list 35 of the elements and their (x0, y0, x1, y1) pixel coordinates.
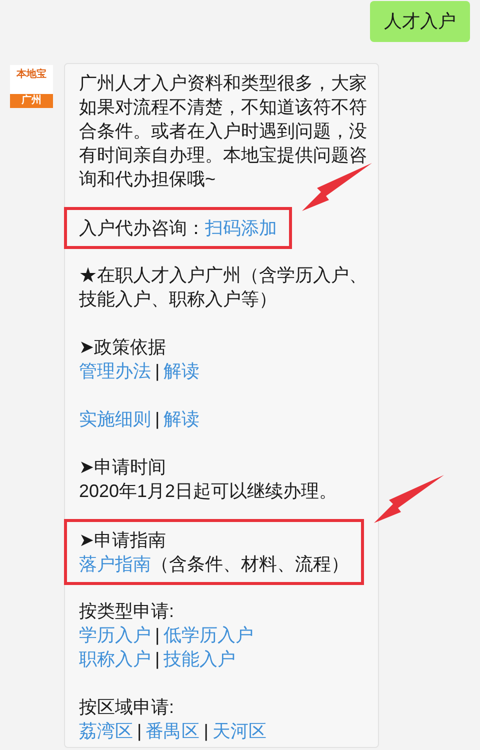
arrow-icon (373, 474, 445, 524)
link[interactable]: 解读 (164, 361, 200, 381)
link[interactable]: 荔湾区 (79, 721, 133, 741)
message-text: 按类型申请: (79, 601, 174, 621)
message-text: | (155, 625, 160, 645)
logo-text: 本地宝 (15, 68, 48, 82)
link[interactable]: 扫码添加 (205, 218, 277, 238)
link[interactable]: 实施细则 (79, 409, 151, 429)
message-text: | (137, 721, 142, 741)
message-text: | (204, 721, 208, 741)
link[interactable]: 职称入户 (79, 649, 151, 669)
message-text: （含条件、材料、流程） (151, 554, 349, 574)
link[interactable]: 天河区 (212, 721, 266, 741)
message-text: ➤政策依据 (79, 337, 166, 357)
message-text: 入户代办咨询： (79, 218, 205, 238)
message-text: 按区域申请: (79, 697, 174, 717)
avatar-label: 广州 (10, 94, 53, 108)
message-text: 2020年1月2日起可以继续办理。 (79, 481, 338, 501)
message-text: ★在职人才入户广州（含学历入户、技能入户、职称入户等） (79, 265, 367, 309)
message-text: | (155, 649, 160, 669)
message-text: | (155, 409, 160, 429)
message-text: 广州人才入户资料和类型很多，大家如果对流程不清楚，不知道该符不符合条件。或者在入户时遇到问题，没有时间亲自办理。本地宝提供问题咨询和代办担保哦~ (79, 73, 367, 189)
link[interactable]: 番禺区 (146, 721, 200, 741)
link[interactable]: 解读 (164, 409, 200, 429)
message-text: | (155, 361, 160, 381)
sent-message-bubble: 人才入户 (370, 1, 470, 42)
link[interactable]: 落户指南 (79, 554, 151, 574)
link[interactable]: 学历入户 (79, 625, 151, 645)
message-text: ➤申请时间 (79, 457, 166, 477)
link[interactable]: 管理办法 (79, 361, 151, 381)
avatar[interactable]: 本地宝 广州 (10, 65, 53, 108)
message-text: ➤申请指南 (79, 530, 166, 550)
link[interactable]: 技能入户 (164, 649, 236, 669)
link[interactable]: 低学历入户 (164, 625, 254, 645)
arrow-icon (301, 162, 373, 212)
